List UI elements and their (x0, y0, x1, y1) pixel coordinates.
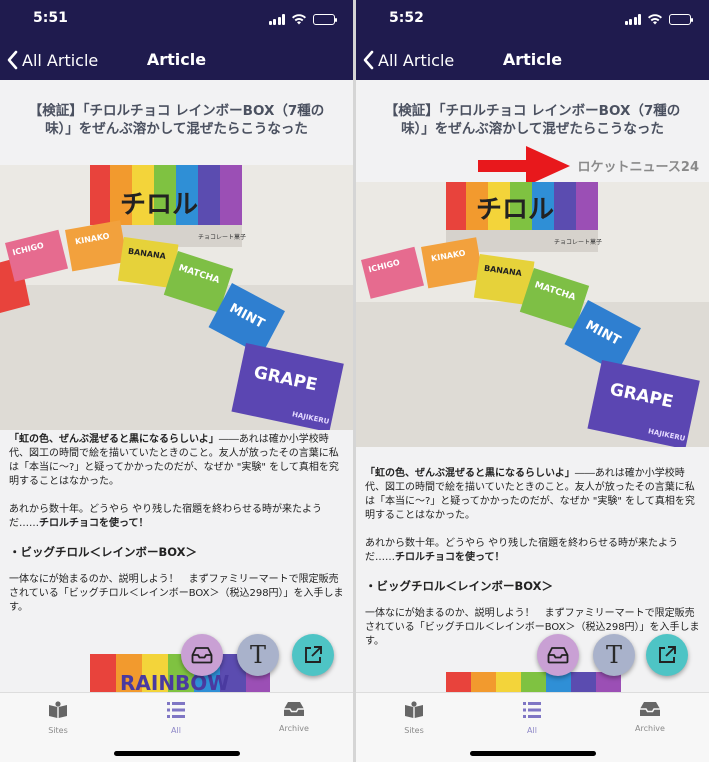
open-external-button[interactable] (646, 634, 688, 676)
wifi-icon (648, 14, 662, 25)
box-brand-text: チロル (476, 195, 554, 225)
tab-archive[interactable]: Archive (259, 701, 329, 733)
archive-icon (640, 702, 660, 716)
save-inbox-button[interactable] (537, 634, 579, 676)
save-inbox-button[interactable] (181, 634, 223, 676)
wifi-icon (292, 14, 306, 25)
status-time: 5:52 (389, 10, 424, 26)
list-icon (167, 702, 185, 718)
tab-archive-label: Archive (635, 724, 665, 733)
tab-all-label: All (527, 726, 537, 735)
article-body: 「虹の色、ぜんぶ混ぜると黒になるらしいよ」――あれは確か小学校時代、図工の時間で… (365, 467, 700, 663)
status-time: 5:51 (33, 10, 68, 26)
tab-all-label: All (171, 726, 181, 735)
box-maker-text: チョコレート菓子 (554, 238, 602, 246)
status-icons (268, 12, 337, 26)
rainbow-box-text: RAINBOW (120, 671, 229, 694)
status-icons (624, 12, 693, 26)
tab-all[interactable]: All (141, 701, 211, 735)
red-arrow-annotation (478, 146, 570, 186)
chocolate-photo: チロル チョコレート菓子 ICHIGO KINAKO BANANA MATCHA… (356, 182, 709, 447)
archive-icon (284, 702, 304, 716)
list-icon (523, 702, 541, 718)
text-format-button[interactable]: T (593, 634, 635, 676)
article-title: 【検証】「チロルチョコ レインボーBOX（7種の味）」をぜんぶ溶かして混ぜたらこ… (28, 103, 325, 137)
inbox-icon (191, 647, 213, 664)
screen-left: 5:51 All Article Article 【検証】「チロルチョコ レイン… (0, 0, 353, 762)
navigation-bar: 5:52 All Article Article (356, 0, 709, 80)
text-format-icon: T (249, 641, 266, 669)
tab-sites-label: Sites (404, 726, 424, 735)
status-bar: 5:51 (0, 0, 353, 38)
tab-sites[interactable]: Sites (379, 701, 449, 735)
cellular-signal-icon (268, 13, 285, 25)
battery-icon (669, 13, 693, 25)
tab-archive[interactable]: Archive (615, 701, 685, 733)
tab-sites[interactable]: Sites (23, 701, 93, 735)
article-photo-2 (446, 672, 621, 692)
article-body: 「虹の色、ぜんぶ混ぜると黒になるらしいよ」――あれは確か小学校時代、図工の時間で… (9, 433, 344, 629)
tab-bar: Sites All Archive (356, 692, 709, 762)
tab-all[interactable]: All (497, 701, 567, 735)
book-icon (405, 701, 423, 718)
article-header: 【検証】「チロルチョコ レインボーBOX（7種の味）」をぜんぶ溶かして混ぜたらこ… (0, 80, 353, 165)
body-paragraph-2-bold: チロルチョコを使って！ (395, 552, 505, 563)
body-paragraph-2-bold: チロルチョコを使って！ (39, 518, 149, 529)
home-indicator[interactable] (114, 751, 240, 756)
open-external-icon (305, 646, 322, 663)
body-heading: ・ビッグチロル＜レインボーBOX＞ (365, 579, 553, 593)
chocolate-photo: チロル チョコレート菓子 ICHIGO KINAKO BANANA MATCHA… (0, 165, 353, 430)
body-paragraph-2: あれから数十年。どうやら やり残した宿題を終わらせる時が来たようだ……チロルチョ… (9, 503, 344, 531)
tab-bar: Sites All Archive (0, 692, 353, 762)
body-paragraph-3: 一体なにが始まるのか、説明しよう！ まずファミリーマートで限定販売されている「ビ… (9, 574, 344, 613)
screen-right: 5:52 All Article Article 【検証】「チロルチョコ レイン… (356, 0, 709, 762)
body-paragraph-2: あれから数十年。どうやら やり残した宿題を終わらせる時が来たようだ……チロルチョ… (365, 537, 700, 565)
open-external-button[interactable] (292, 634, 334, 676)
body-heading: ・ビッグチロル＜レインボーBOX＞ (9, 545, 197, 559)
body-paragraph-1-bold: 「虹の色、ぜんぶ混ぜると黒になるらしいよ」 (365, 468, 575, 479)
open-external-icon (659, 646, 676, 663)
cellular-signal-icon (624, 13, 641, 25)
article-source[interactable]: ロケットニュース24 (578, 156, 699, 175)
body-paragraph-1-bold: 「虹の色、ぜんぶ混ぜると黒になるらしいよ」 (9, 434, 219, 445)
tab-archive-label: Archive (279, 724, 309, 733)
text-format-icon: T (605, 641, 622, 669)
inbox-icon (547, 647, 569, 664)
article-photo: チロル チョコレート菓子 ICHIGO KINAKO BANANA MATCHA… (356, 182, 709, 447)
article-title: 【検証】「チロルチョコ レインボーBOX（7種の味）」をぜんぶ溶かして混ぜたらこ… (384, 103, 681, 137)
nav-title: Article (502, 50, 563, 69)
article-photo: チロル チョコレート菓子 ICHIGO KINAKO BANANA MATCHA… (0, 165, 353, 430)
body-paragraph-1: 「虹の色、ぜんぶ混ぜると黒になるらしいよ」――あれは確か小学校時代、図工の時間で… (9, 433, 344, 489)
body-paragraph-1: 「虹の色、ぜんぶ混ぜると黒になるらしいよ」――あれは確か小学校時代、図工の時間で… (365, 467, 700, 523)
battery-icon (313, 13, 337, 25)
home-indicator[interactable] (470, 751, 596, 756)
status-bar: 5:52 (356, 0, 709, 38)
tab-sites-label: Sites (48, 726, 68, 735)
nav-title: Article (146, 50, 207, 69)
article-header: 【検証】「チロルチョコ レインボーBOX（7種の味）」をぜんぶ溶かして混ぜたらこ… (356, 80, 709, 186)
box-brand-text: チロル (120, 190, 198, 220)
navigation-bar: 5:51 All Article Article (0, 0, 353, 80)
box-maker-text: チョコレート菓子 (198, 233, 246, 241)
text-format-button[interactable]: T (237, 634, 279, 676)
book-icon (49, 701, 67, 718)
